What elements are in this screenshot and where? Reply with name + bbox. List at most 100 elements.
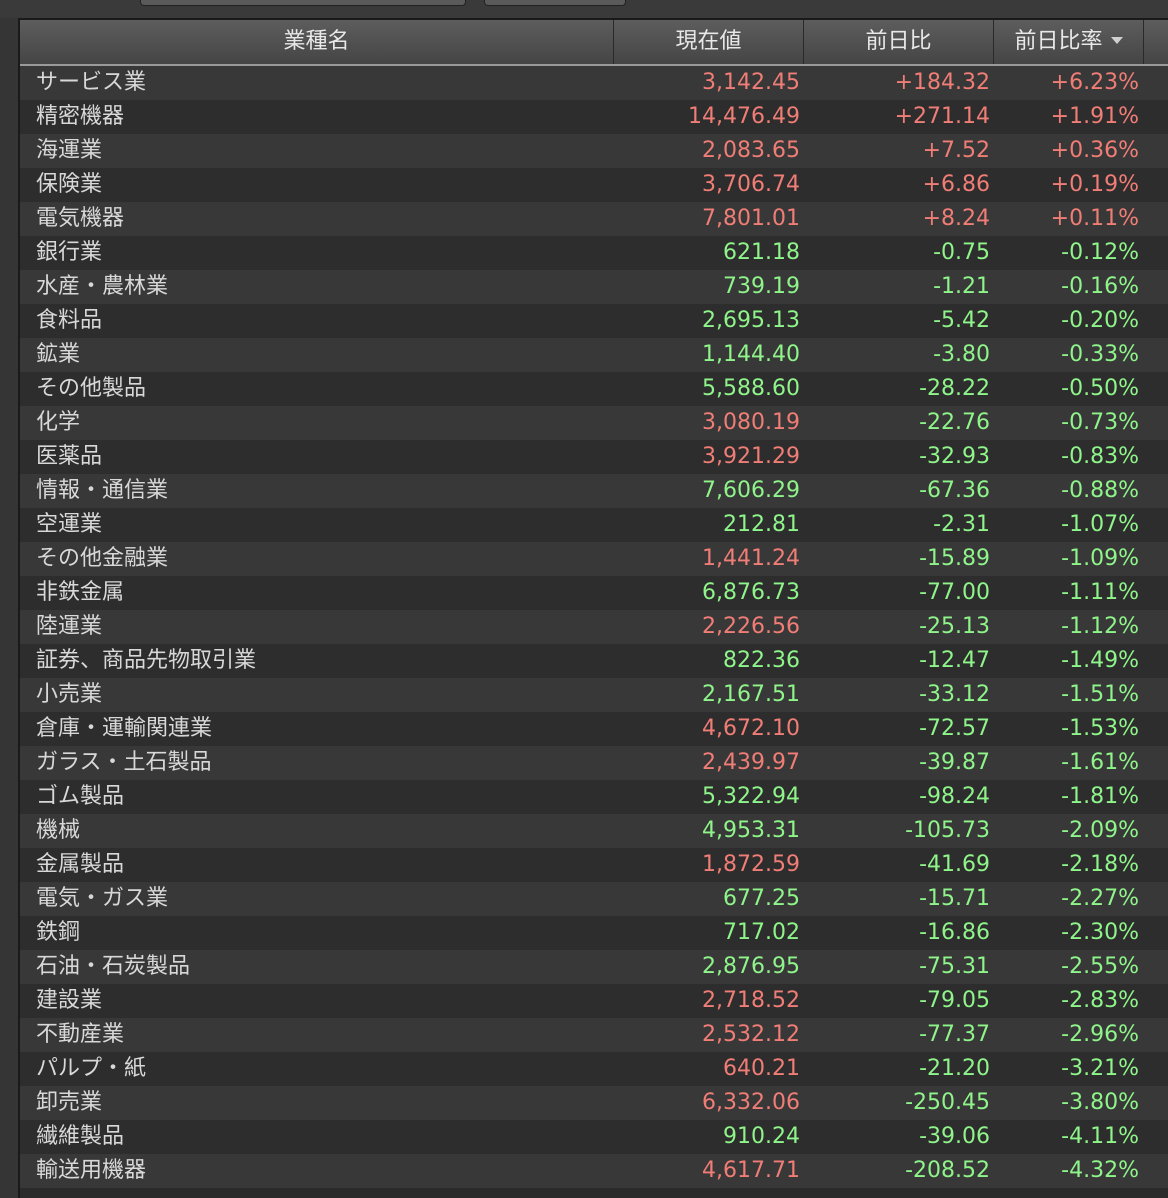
toolbar-dropdown[interactable] bbox=[140, 0, 466, 6]
change-cell: -72.57 bbox=[919, 716, 990, 741]
column-header-change-label: 前日比 bbox=[865, 29, 932, 54]
table-row[interactable]: 輸送用機器 4,617.71 -208.52 -4.32% bbox=[20, 1154, 1168, 1188]
current-price-cell: 1,872.59 bbox=[702, 852, 800, 877]
sector-name-cell: 金属製品 bbox=[36, 852, 125, 877]
current-price-cell: 2,876.95 bbox=[702, 954, 800, 979]
table-row[interactable]: 医薬品 3,921.29 -32.93 -0.83% bbox=[20, 440, 1168, 474]
change-pct-cell: -0.83% bbox=[1061, 444, 1139, 469]
change-cell: +8.24 bbox=[922, 206, 990, 231]
table-row[interactable]: 非鉄金属 6,876.73 -77.00 -1.11% bbox=[20, 576, 1168, 610]
table-row[interactable]: 空運業 212.81 -2.31 -1.07% bbox=[20, 508, 1168, 542]
sector-name-cell: 輸送用機器 bbox=[36, 1158, 147, 1183]
current-price-cell: 4,953.31 bbox=[702, 818, 800, 843]
sector-name-cell: 医薬品 bbox=[36, 444, 103, 469]
table-row[interactable]: 鉄鋼 717.02 -16.86 -2.30% bbox=[20, 916, 1168, 950]
change-cell: +271.14 bbox=[894, 104, 990, 129]
change-cell: -15.89 bbox=[919, 546, 990, 571]
table-row[interactable]: 倉庫・運輸関連業 4,672.10 -72.57 -1.53% bbox=[20, 712, 1168, 746]
current-price-cell: 621.18 bbox=[723, 240, 800, 265]
change-pct-cell: -3.80% bbox=[1061, 1090, 1139, 1115]
table-row[interactable]: 化学 3,080.19 -22.76 -0.73% bbox=[20, 406, 1168, 440]
table-row[interactable]: 建設業 2,718.52 -79.05 -2.83% bbox=[20, 984, 1168, 1018]
sector-name-cell: その他製品 bbox=[36, 376, 147, 401]
table-row[interactable]: 石油・石炭製品 2,876.95 -75.31 -2.55% bbox=[20, 950, 1168, 984]
sector-name-cell: 化学 bbox=[36, 410, 81, 435]
current-price-cell: 2,718.52 bbox=[702, 988, 800, 1013]
table-row[interactable]: 精密機器 14,476.49 +271.14 +1.91% bbox=[20, 100, 1168, 134]
column-header-change-pct[interactable]: 前日比率 bbox=[994, 20, 1144, 64]
table-row[interactable]: 食料品 2,695.13 -5.42 -0.20% bbox=[20, 304, 1168, 338]
table-row[interactable]: 水産・農林業 739.19 -1.21 -0.16% bbox=[20, 270, 1168, 304]
table-row[interactable]: 海運業 2,083.65 +7.52 +0.36% bbox=[20, 134, 1168, 168]
toolbar-button[interactable] bbox=[484, 0, 626, 6]
table-row[interactable]: 金属製品 1,872.59 -41.69 -2.18% bbox=[20, 848, 1168, 882]
change-pct-cell: -1.09% bbox=[1061, 546, 1139, 571]
table-row[interactable]: 機械 4,953.31 -105.73 -2.09% bbox=[20, 814, 1168, 848]
current-price-cell: 677.25 bbox=[723, 886, 800, 911]
table-row[interactable]: 鉱業 1,144.40 -3.80 -0.33% bbox=[20, 338, 1168, 372]
table-row[interactable]: 情報・通信業 7,606.29 -67.36 -0.88% bbox=[20, 474, 1168, 508]
change-pct-cell: -0.20% bbox=[1061, 308, 1139, 333]
table-row[interactable]: 卸売業 6,332.06 -250.45 -3.80% bbox=[20, 1086, 1168, 1120]
table-row[interactable]: ガラス・土石製品 2,439.97 -39.87 -1.61% bbox=[20, 746, 1168, 780]
change-cell: -22.76 bbox=[919, 410, 990, 435]
change-pct-cell: -2.09% bbox=[1061, 818, 1139, 843]
column-header-price[interactable]: 現在値 bbox=[614, 20, 804, 64]
table-row[interactable]: 銀行業 621.18 -0.75 -0.12% bbox=[20, 236, 1168, 270]
change-pct-cell: -0.88% bbox=[1061, 478, 1139, 503]
table-row[interactable]: 保険業 3,706.74 +6.86 +0.19% bbox=[20, 168, 1168, 202]
table-row[interactable]: サービス業 3,142.45 +184.32 +6.23% bbox=[20, 66, 1168, 100]
current-price-cell: 822.36 bbox=[723, 648, 800, 673]
change-cell: -105.73 bbox=[905, 818, 990, 843]
table-row[interactable]: 陸運業 2,226.56 -25.13 -1.12% bbox=[20, 610, 1168, 644]
change-pct-cell: -0.33% bbox=[1061, 342, 1139, 367]
table-row[interactable]: 不動産業 2,532.12 -77.37 -2.96% bbox=[20, 1018, 1168, 1052]
table-row[interactable]: 証券、商品先物取引業 822.36 -12.47 -1.49% bbox=[20, 644, 1168, 678]
sector-name-cell: 食料品 bbox=[36, 308, 103, 333]
table-row[interactable]: ゴム製品 5,322.94 -98.24 -1.81% bbox=[20, 780, 1168, 814]
column-header-spacer bbox=[1144, 20, 1168, 64]
sector-name-cell: 海運業 bbox=[36, 138, 103, 163]
column-header-name[interactable]: 業種名 bbox=[20, 20, 614, 64]
change-pct-cell: +6.23% bbox=[1050, 70, 1139, 95]
change-pct-cell: -1.11% bbox=[1061, 580, 1139, 605]
current-price-cell: 717.02 bbox=[723, 920, 800, 945]
change-pct-cell: -2.55% bbox=[1061, 954, 1139, 979]
change-pct-cell: -1.81% bbox=[1061, 784, 1139, 809]
table-row[interactable]: パルプ・紙 640.21 -21.20 -3.21% bbox=[20, 1052, 1168, 1086]
table-row[interactable]: その他金融業 1,441.24 -15.89 -1.09% bbox=[20, 542, 1168, 576]
sector-name-cell: 非鉄金属 bbox=[36, 580, 125, 605]
sector-name-cell: 倉庫・運輸関連業 bbox=[36, 716, 213, 741]
current-price-cell: 5,588.60 bbox=[702, 376, 800, 401]
current-price-cell: 1,441.24 bbox=[702, 546, 800, 571]
current-price-cell: 3,142.45 bbox=[702, 70, 800, 95]
change-cell: -39.06 bbox=[919, 1124, 990, 1149]
table-row[interactable]: 小売業 2,167.51 -33.12 -1.51% bbox=[20, 678, 1168, 712]
sector-name-cell: 機械 bbox=[36, 818, 81, 843]
table-row[interactable]: 電気機器 7,801.01 +8.24 +0.11% bbox=[20, 202, 1168, 236]
toolbar-strip bbox=[0, 0, 1168, 18]
change-pct-cell: -2.18% bbox=[1061, 852, 1139, 877]
change-cell: +6.86 bbox=[922, 172, 990, 197]
change-pct-cell: +0.36% bbox=[1050, 138, 1139, 163]
table-row[interactable]: その他製品 5,588.60 -28.22 -0.50% bbox=[20, 372, 1168, 406]
column-header-change[interactable]: 前日比 bbox=[804, 20, 994, 64]
change-cell: +184.32 bbox=[894, 70, 990, 95]
change-cell: -15.71 bbox=[919, 886, 990, 911]
current-price-cell: 4,672.10 bbox=[702, 716, 800, 741]
table-row[interactable]: 繊維製品 910.24 -39.06 -4.11% bbox=[20, 1120, 1168, 1154]
change-cell: -12.47 bbox=[919, 648, 990, 673]
change-pct-cell: -4.32% bbox=[1061, 1158, 1139, 1183]
table-row[interactable]: 電気・ガス業 677.25 -15.71 -2.27% bbox=[20, 882, 1168, 916]
change-cell: -250.45 bbox=[905, 1090, 990, 1115]
change-cell: -77.37 bbox=[919, 1022, 990, 1047]
current-price-cell: 1,144.40 bbox=[702, 342, 800, 367]
change-cell: -3.80 bbox=[933, 342, 990, 367]
change-pct-cell: -2.96% bbox=[1061, 1022, 1139, 1047]
column-header-price-label: 現在値 bbox=[675, 29, 742, 54]
chevron-down-icon bbox=[1110, 37, 1123, 44]
current-price-cell: 14,476.49 bbox=[688, 104, 800, 129]
change-pct-cell: -0.16% bbox=[1061, 274, 1139, 299]
change-cell: +7.52 bbox=[922, 138, 990, 163]
sector-name-cell: その他金融業 bbox=[36, 546, 169, 571]
